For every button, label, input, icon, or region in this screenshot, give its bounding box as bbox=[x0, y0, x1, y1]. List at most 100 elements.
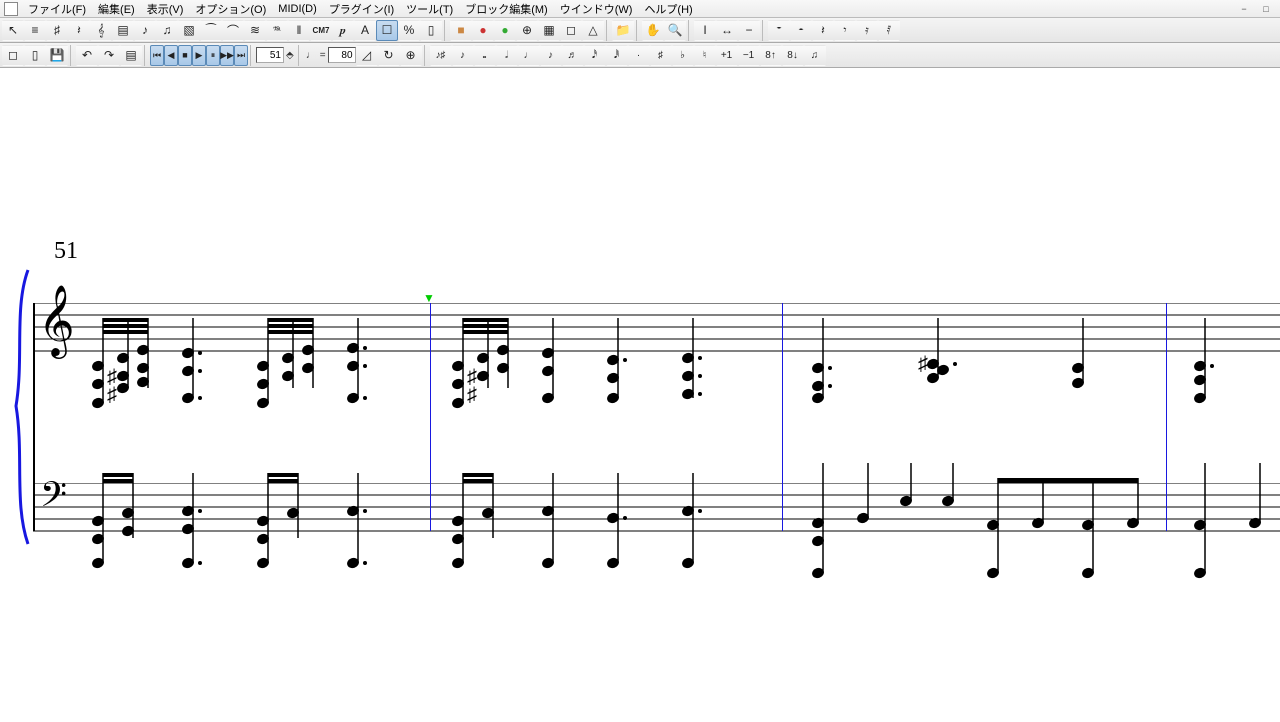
hand-button[interactable]: ✋ bbox=[642, 20, 664, 41]
metro-button[interactable]: ◿ bbox=[356, 45, 378, 66]
menu-midi[interactable]: MIDI(D) bbox=[272, 2, 323, 16]
tempo-field[interactable] bbox=[328, 47, 356, 63]
plus1-button[interactable]: +1 bbox=[716, 45, 738, 66]
globe-button[interactable]: ⊕ bbox=[516, 20, 538, 41]
narrow-button[interactable]: − bbox=[738, 20, 760, 41]
box-button[interactable]: ☐ bbox=[376, 20, 398, 41]
menu-options[interactable]: オプション(O) bbox=[189, 0, 272, 18]
toolbar-separator bbox=[70, 45, 74, 66]
r16-button[interactable]: 𝄿 bbox=[856, 20, 878, 41]
n32-button[interactable]: 𝅘𝅥𝅰 bbox=[584, 45, 606, 66]
dynamic-button[interactable]: 𝆏 bbox=[332, 20, 354, 41]
menubar: ファイル(F) 編集(E) 表示(V) オプション(O) MIDI(D) プラグ… bbox=[0, 0, 1280, 18]
transport-stop-button[interactable]: ■ bbox=[178, 45, 192, 66]
menu-edit[interactable]: 編集(E) bbox=[92, 0, 141, 18]
color1-button[interactable]: ■ bbox=[450, 20, 472, 41]
octup-button[interactable]: 8↑ bbox=[760, 45, 782, 66]
dot-button[interactable]: · bbox=[628, 45, 650, 66]
measure-field[interactable] bbox=[256, 47, 284, 63]
list-button[interactable]: ▤ bbox=[120, 45, 142, 66]
note-button[interactable]: ♪ bbox=[134, 20, 156, 41]
device-button[interactable]: ⊕ bbox=[400, 45, 422, 66]
pedal-button[interactable]: 𝆮 bbox=[266, 20, 288, 41]
grace-button[interactable]: ♫ bbox=[156, 20, 178, 41]
app-icon bbox=[4, 2, 18, 16]
eighth-button[interactable]: ♪ bbox=[540, 45, 562, 66]
toolbar-main: ↖≡♯𝄽𝄞▤♪♫▧⁀⌒≋𝆮‖CM7𝆏A☐%▯■●●⊕▦◻△📁✋🔍I↔−𝄻𝄼𝄽𝄾𝄿… bbox=[0, 18, 1280, 43]
flat-button[interactable]: ♭ bbox=[672, 45, 694, 66]
maximize-button[interactable]: □ bbox=[1256, 2, 1276, 15]
enharm-button[interactable]: ♪♯ bbox=[430, 45, 452, 66]
quarter-button[interactable]: ♩ bbox=[518, 45, 540, 66]
bass-notes bbox=[33, 463, 1280, 593]
pointer-button[interactable]: ↖ bbox=[2, 20, 24, 41]
transport-fwd-button[interactable]: ▶▶ bbox=[220, 45, 234, 66]
shape2-button[interactable]: △ bbox=[582, 20, 604, 41]
menu-help[interactable]: ヘルプ(H) bbox=[638, 0, 698, 18]
toolbar-separator bbox=[762, 20, 766, 41]
staff-button[interactable]: ≡ bbox=[24, 20, 46, 41]
transport-rewind-button[interactable]: ⏮ bbox=[150, 45, 164, 66]
menu-tool[interactable]: ツール(T) bbox=[400, 0, 459, 18]
natural-button[interactable]: ♮ bbox=[694, 45, 716, 66]
sharp-button[interactable]: ♯ bbox=[650, 45, 672, 66]
trem-button[interactable]: ≋ bbox=[244, 20, 266, 41]
octdn-button[interactable]: 8↓ bbox=[782, 45, 804, 66]
r1-button[interactable]: 𝄻 bbox=[768, 20, 790, 41]
menu-window[interactable]: ウインドウ(W) bbox=[554, 0, 639, 18]
tie-button[interactable]: ⁀ bbox=[200, 20, 222, 41]
stack-button[interactable]: ▧ bbox=[178, 20, 200, 41]
slur-button[interactable]: ⌒ bbox=[222, 20, 244, 41]
n64-button[interactable]: 𝅘𝅥𝅱 bbox=[606, 45, 628, 66]
chord-button[interactable]: CM7 bbox=[310, 20, 332, 41]
redo-button[interactable]: ↷ bbox=[98, 45, 120, 66]
text-button[interactable]: A bbox=[354, 20, 376, 41]
r32-button[interactable]: 𝅀 bbox=[878, 20, 900, 41]
toolbar-separator bbox=[298, 45, 302, 66]
toolbar-separator bbox=[606, 20, 610, 41]
repeat-button[interactable]: ‖ bbox=[288, 20, 310, 41]
treble-notes: ♯ ♯ bbox=[33, 288, 1280, 428]
ibeam-button[interactable]: I bbox=[694, 20, 716, 41]
color3-button[interactable]: ● bbox=[494, 20, 516, 41]
r8-button[interactable]: 𝄾 bbox=[834, 20, 856, 41]
transport-pause-button[interactable]: ⏸ bbox=[206, 45, 220, 66]
percent-button[interactable]: % bbox=[398, 20, 420, 41]
menu-file[interactable]: ファイル(F) bbox=[22, 0, 92, 18]
new-button[interactable]: ◻ bbox=[2, 45, 24, 66]
open-button[interactable]: ▯ bbox=[24, 45, 46, 66]
staff2-button[interactable]: ♯ bbox=[46, 20, 68, 41]
minimize-button[interactable]: − bbox=[1234, 2, 1254, 15]
whole-button[interactable]: 𝅝 bbox=[474, 45, 496, 66]
wide-button[interactable]: ↔ bbox=[716, 20, 738, 41]
shape1-button[interactable]: ◻ bbox=[560, 20, 582, 41]
score-canvas[interactable]: 51 𝄞 𝄢 ▼ bbox=[0, 68, 1280, 722]
transport-end-button[interactable]: ⏭ bbox=[234, 45, 248, 66]
half-button[interactable]: 𝅗𝅥 bbox=[496, 45, 518, 66]
r4-button[interactable]: 𝄽 bbox=[812, 20, 834, 41]
svg-text:♯: ♯ bbox=[107, 384, 117, 406]
page-button[interactable]: ▯ bbox=[420, 20, 442, 41]
beam-button[interactable]: ♫ bbox=[804, 45, 826, 66]
tempo-equals: = bbox=[318, 50, 328, 61]
rest-button[interactable]: 𝄽 bbox=[68, 20, 90, 41]
zoom-button[interactable]: 🔍 bbox=[664, 20, 686, 41]
menu-view[interactable]: 表示(V) bbox=[141, 0, 190, 18]
voice-button[interactable]: ♪ bbox=[452, 45, 474, 66]
menu-block[interactable]: ブロック編集(M) bbox=[459, 0, 554, 18]
window-controls: − □ bbox=[1234, 2, 1276, 15]
clef-button[interactable]: 𝄞 bbox=[90, 20, 112, 41]
folder-button[interactable]: 📁 bbox=[612, 20, 634, 41]
n16-button[interactable]: ♬ bbox=[562, 45, 584, 66]
loop-button[interactable]: ↻ bbox=[378, 45, 400, 66]
save-button[interactable]: 💾 bbox=[46, 45, 68, 66]
r2-button[interactable]: 𝄼 bbox=[790, 20, 812, 41]
transport-play-button[interactable]: ▶ bbox=[192, 45, 206, 66]
color2-button[interactable]: ● bbox=[472, 20, 494, 41]
grid-button[interactable]: ▦ bbox=[538, 20, 560, 41]
layout-button[interactable]: ▤ bbox=[112, 20, 134, 41]
menu-plugin[interactable]: プラグイン(I) bbox=[323, 0, 400, 18]
transport-back-button[interactable]: ◀ bbox=[164, 45, 178, 66]
minus1-button[interactable]: −1 bbox=[738, 45, 760, 66]
undo-button[interactable]: ↶ bbox=[76, 45, 98, 66]
